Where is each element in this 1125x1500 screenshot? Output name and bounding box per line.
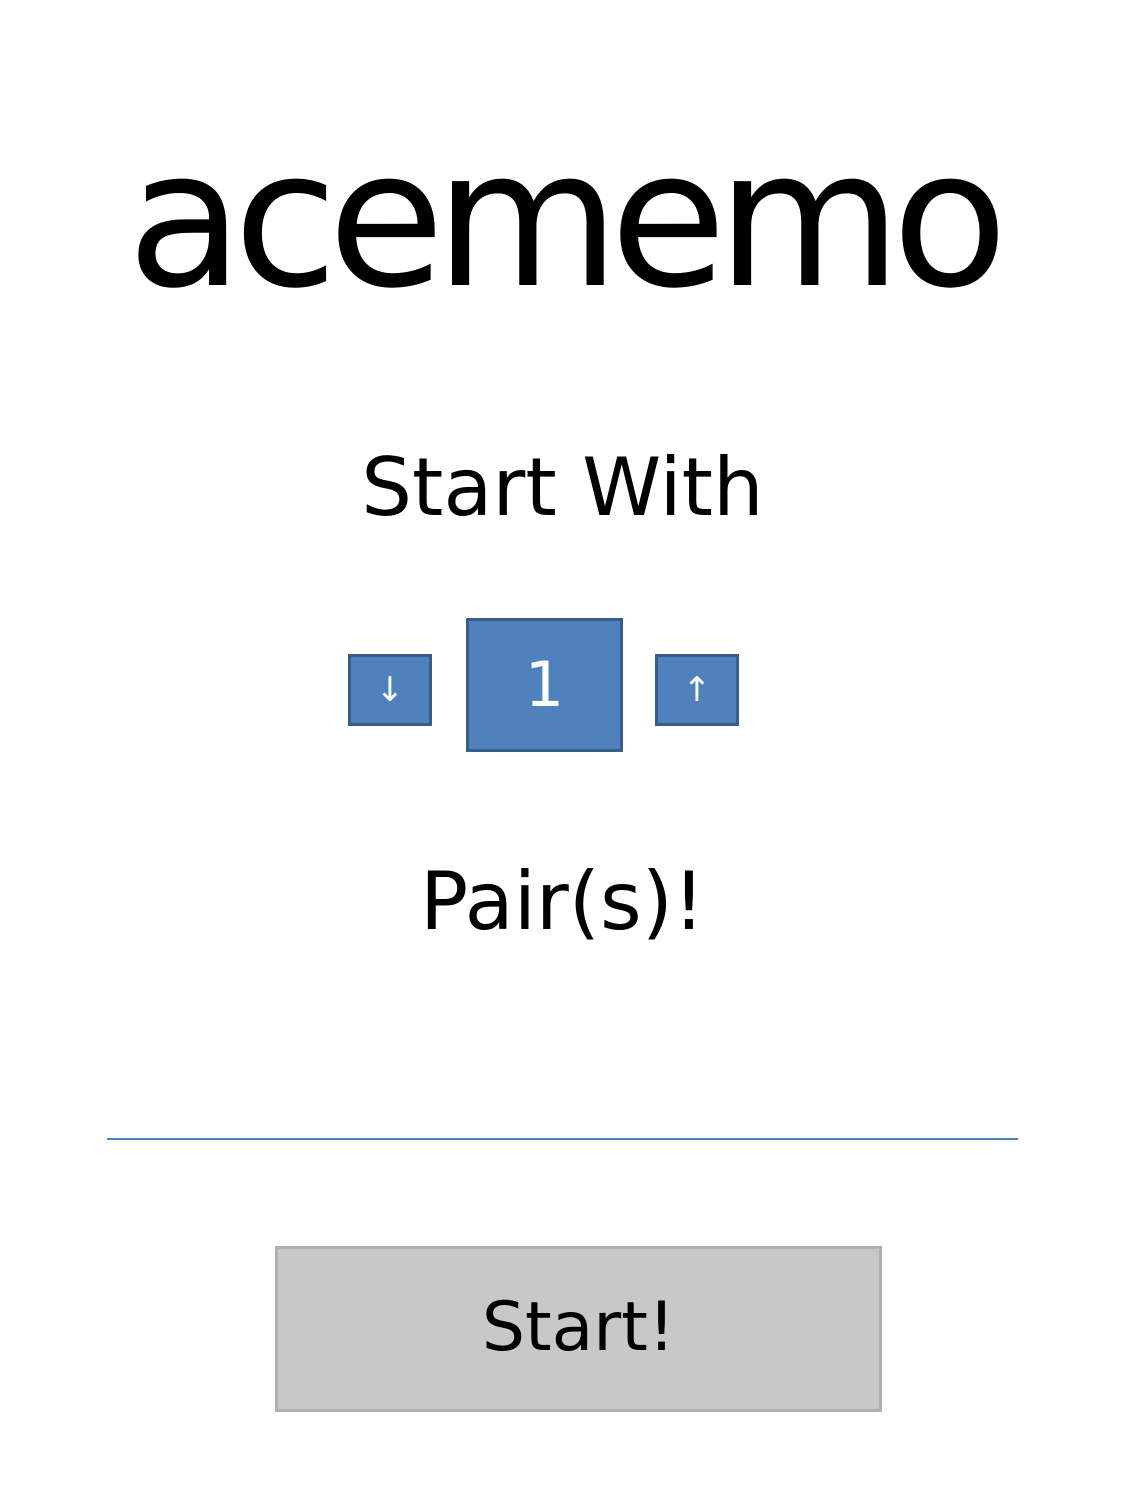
pairs-label: Pair(s)! [420, 855, 705, 948]
decrease-pairs-button[interactable]: ↓ [348, 654, 432, 726]
arrow-up-icon: ↑ [682, 670, 712, 710]
divider [107, 1138, 1018, 1140]
start-button[interactable]: Start! [275, 1246, 882, 1412]
arrow-down-icon: ↓ [375, 670, 405, 710]
start-with-heading: Start With [361, 441, 764, 534]
app-logo: acememo [126, 109, 1008, 330]
increase-pairs-button[interactable]: ↑ [655, 654, 739, 726]
pairs-count-display: 1 [466, 618, 623, 752]
